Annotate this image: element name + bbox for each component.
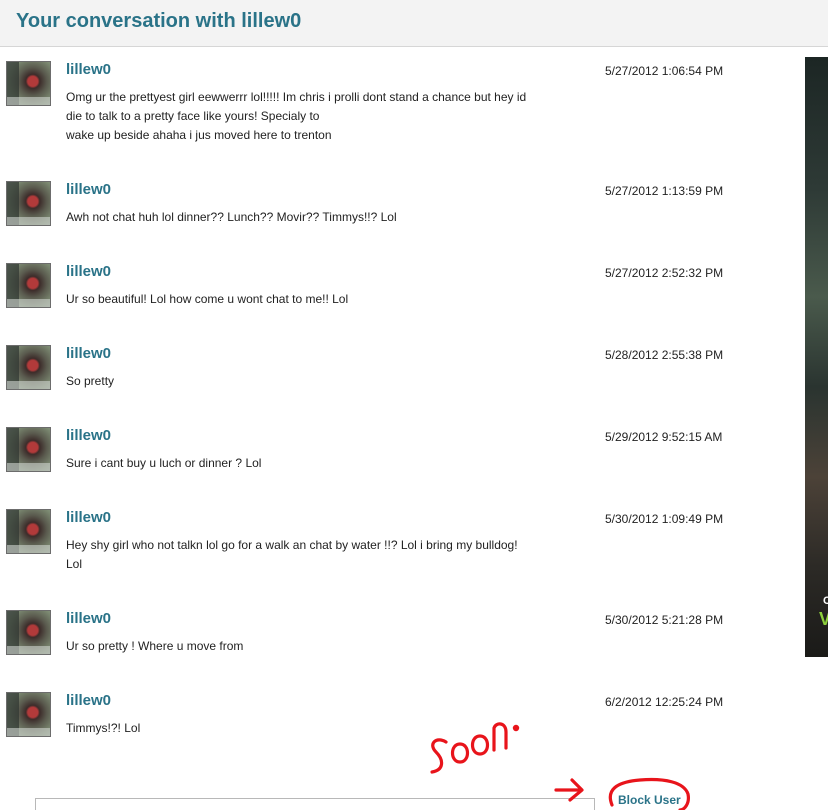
message-timestamp: 5/29/2012 9:52:15 AM [605,430,723,444]
message-item: lillew0 5/27/2012 1:13:59 PM Awh not cha… [0,181,800,241]
sender-username-link[interactable]: lillew0 [66,181,111,198]
message-line: die to talk to a pretty face like yours!… [66,109,320,123]
message-line: Ur so beautiful! Lol how come u wont cha… [66,292,349,306]
message-item: lillew0 6/2/2012 12:25:24 PM Timmys!?! L… [0,692,800,752]
message-line: wake up beside ahaha i jus moved here to… [66,128,332,142]
message-item: lillew0 5/30/2012 1:09:49 PM Hey shy gir… [0,509,800,589]
message-item: lillew0 5/30/2012 5:21:28 PM Ur so prett… [0,610,800,670]
message-body: Ur so beautiful! Lol how come u wont cha… [66,290,571,309]
side-advertisement-image[interactable]: C V [805,57,828,657]
reply-input[interactable] [35,798,595,810]
avatar[interactable] [6,61,51,106]
arrow-head [568,778,584,802]
message-line: Sure i cant buy u luch or dinner ? Lol [66,456,262,470]
message-timestamp: 5/27/2012 2:52:32 PM [605,266,724,280]
message-timestamp: 5/30/2012 5:21:28 PM [605,613,724,627]
message-body: Hey shy girl who not talkn lol go for a … [66,536,571,574]
avatar[interactable] [6,509,51,554]
ad-letter-w: V [819,609,828,629]
message-line: Ur so pretty ! Where u move from [66,639,244,653]
message-body: Sure i cant buy u luch or dinner ? Lol [66,454,571,473]
message-body: Timmys!?! Lol [66,719,571,738]
avatar[interactable] [6,427,51,472]
sender-username-link[interactable]: lillew0 [66,610,111,627]
avatar[interactable] [6,263,51,308]
message-timestamp: 5/27/2012 1:06:54 PM [605,64,724,78]
sender-username-link[interactable]: lillew0 [66,692,111,709]
message-timestamp: 6/2/2012 12:25:24 PM [605,695,724,709]
message-line: So pretty [66,374,115,388]
message-item: lillew0 5/29/2012 9:52:15 AM Sure i cant… [0,427,800,487]
avatar[interactable] [6,345,51,390]
block-user-link[interactable]: Block User [618,793,681,807]
sender-username-link[interactable]: lillew0 [66,263,111,280]
avatar[interactable] [6,181,51,226]
message-item: lillew0 5/27/2012 1:06:54 PM Omg ur the … [0,61,800,151]
message-line: Lol [66,557,83,571]
message-timestamp: 5/27/2012 1:13:59 PM [605,184,724,198]
message-line: Hey shy girl who not talkn lol go for a … [66,538,518,552]
sender-username-link[interactable]: lillew0 [66,427,111,444]
avatar[interactable] [6,610,51,655]
conversation-page: Your conversation with lillew0 lillew0 5… [0,0,828,810]
message-timestamp: 5/28/2012 2:55:38 PM [605,348,724,362]
message-body: So pretty [66,372,571,391]
message-body: Omg ur the prettyest girl eewwerrr lol!!… [66,88,571,145]
page-header: Your conversation with lillew0 [0,0,828,47]
ad-letter-c: C [823,595,828,607]
message-body: Awh not chat huh lol dinner?? Lunch?? Mo… [66,208,571,227]
page-title: Your conversation with lillew0 [16,10,302,32]
message-line: Omg ur the prettyest girl eewwerrr lol!!… [66,90,527,104]
message-body: Ur so pretty ! Where u move from [66,637,571,656]
sender-username-link[interactable]: lillew0 [66,61,111,78]
message-item: lillew0 5/27/2012 2:52:32 PM Ur so beaut… [0,263,800,323]
message-line: Awh not chat huh lol dinner?? Lunch?? Mo… [66,210,397,224]
message-line: Timmys!?! Lol [66,721,141,735]
avatar[interactable] [6,692,51,737]
sender-username-link[interactable]: lillew0 [66,509,111,526]
sender-username-link[interactable]: lillew0 [66,345,111,362]
message-timestamp: 5/30/2012 1:09:49 PM [605,512,724,526]
message-item: lillew0 5/28/2012 2:55:38 PM So pretty [0,345,800,405]
